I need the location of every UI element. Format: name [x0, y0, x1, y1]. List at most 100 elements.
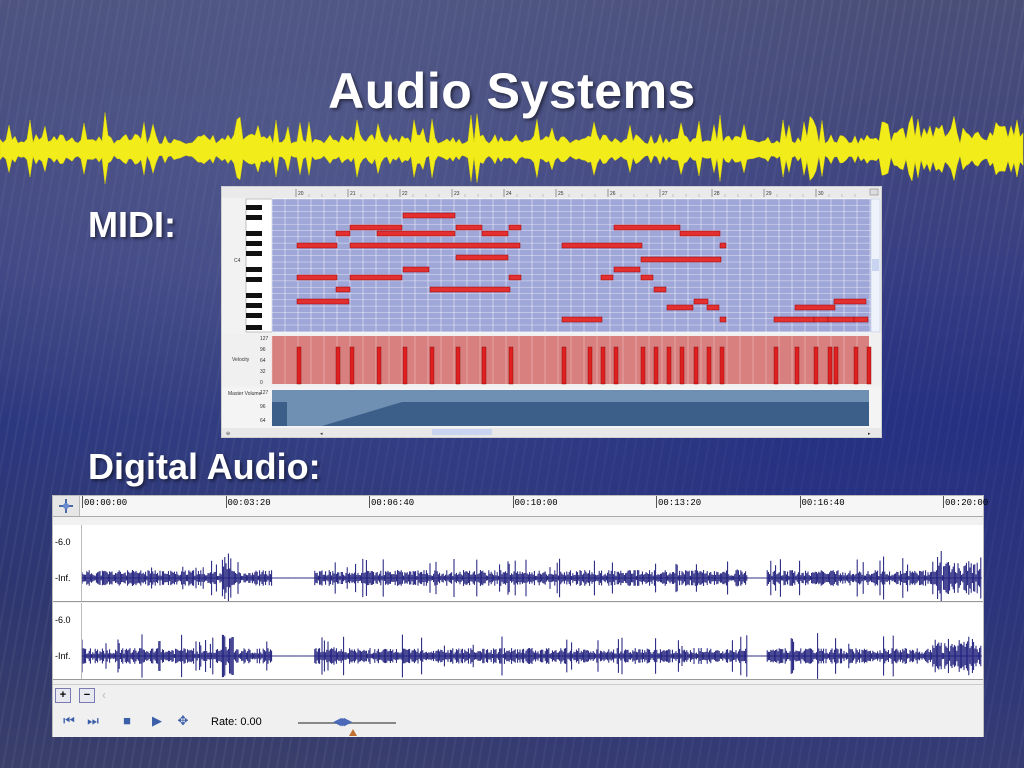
- midi-note[interactable]: [335, 286, 351, 293]
- midi-note[interactable]: [653, 286, 667, 293]
- velocity-bar[interactable]: [508, 346, 514, 385]
- velocity-bar[interactable]: [455, 346, 461, 385]
- black-key[interactable]: [246, 241, 262, 246]
- midi-note[interactable]: [640, 256, 722, 263]
- black-key[interactable]: [246, 267, 262, 272]
- midi-label: MIDI:: [88, 204, 176, 245]
- midi-note[interactable]: [508, 224, 522, 231]
- time-label: 00:00:00: [84, 498, 128, 508]
- selection-tool-icon[interactable]: [53, 496, 79, 516]
- black-key[interactable]: [246, 251, 262, 256]
- black-key[interactable]: [246, 313, 262, 318]
- audio-channel-1[interactable]: -6.0 -Inf.: [53, 525, 983, 602]
- midi-note[interactable]: [508, 274, 522, 281]
- velocity-bar[interactable]: [693, 346, 699, 385]
- velocity-bar[interactable]: [561, 346, 567, 385]
- scroll-left-icon[interactable]: ‹: [97, 688, 111, 702]
- velocity-bar[interactable]: [866, 346, 872, 385]
- midi-note[interactable]: [853, 316, 869, 323]
- velocity-bar[interactable]: [429, 346, 435, 385]
- velocity-bar[interactable]: [335, 346, 341, 385]
- black-key[interactable]: [246, 231, 262, 236]
- zoom-out-button[interactable]: −: [79, 688, 95, 703]
- black-key[interactable]: [246, 293, 262, 298]
- midi-note[interactable]: [296, 242, 338, 249]
- velocity-bar[interactable]: [833, 346, 839, 385]
- velocity-bar[interactable]: [827, 346, 833, 385]
- midi-note[interactable]: [613, 266, 641, 273]
- midi-menu-icon[interactable]: [869, 188, 879, 196]
- zoom-in-button[interactable]: +: [55, 688, 71, 703]
- velocity-bar[interactable]: [587, 346, 593, 385]
- note-grid-scroll-thumb[interactable]: [872, 259, 879, 271]
- black-key[interactable]: [246, 303, 262, 308]
- midi-note[interactable]: [613, 224, 681, 231]
- midi-note[interactable]: [402, 266, 430, 273]
- velocity-bar[interactable]: [794, 346, 800, 385]
- transport-bar: + − ‹ ⏮ ⏭ ■ ▶ ✥ Rate: 0.00 ◀◆▶: [53, 684, 983, 737]
- velocity-bar[interactable]: [653, 346, 659, 385]
- midi-note[interactable]: [455, 254, 509, 261]
- midi-note[interactable]: [296, 298, 350, 305]
- midi-horizontal-scroll-thumb[interactable]: [432, 429, 492, 435]
- rate-slider-marker-icon: [349, 729, 357, 736]
- velocity-bar[interactable]: [666, 346, 672, 385]
- velocity-bar[interactable]: [640, 346, 646, 385]
- midi-note[interactable]: [640, 274, 654, 281]
- midi-note[interactable]: [335, 230, 351, 237]
- stop-icon[interactable]: ■: [119, 713, 135, 729]
- go-to-end-icon[interactable]: ⏭: [85, 713, 101, 729]
- midi-note[interactable]: [794, 304, 836, 311]
- midi-note[interactable]: [813, 316, 829, 323]
- midi-note[interactable]: [693, 298, 709, 305]
- midi-note[interactable]: [429, 286, 511, 293]
- midi-note[interactable]: [349, 242, 521, 249]
- midi-note[interactable]: [561, 242, 643, 249]
- midi-note[interactable]: [827, 316, 855, 323]
- note-grid[interactable]: [272, 199, 871, 332]
- zoom-out-icon[interactable]: ⊖: [226, 431, 230, 437]
- black-key[interactable]: [246, 205, 262, 210]
- midi-note[interactable]: [666, 304, 694, 311]
- midi-ruler-label: 28: [714, 191, 720, 197]
- velocity-bar[interactable]: [296, 346, 302, 385]
- midi-note[interactable]: [481, 230, 509, 237]
- midi-note[interactable]: [833, 298, 867, 305]
- velocity-bar[interactable]: [402, 346, 408, 385]
- black-key[interactable]: [246, 325, 262, 330]
- midi-note[interactable]: [600, 274, 614, 281]
- velocity-bar[interactable]: [706, 346, 712, 385]
- midi-note[interactable]: [719, 316, 727, 323]
- key-label-c4: C4: [234, 258, 241, 264]
- midi-note[interactable]: [349, 274, 403, 281]
- velocity-bar[interactable]: [679, 346, 685, 385]
- velocity-bar[interactable]: [719, 346, 725, 385]
- velocity-bar[interactable]: [813, 346, 819, 385]
- loop-icon[interactable]: ✥: [175, 713, 191, 729]
- midi-note[interactable]: [773, 316, 815, 323]
- midi-note[interactable]: [455, 224, 483, 231]
- audio-channel-2[interactable]: -6.0 -Inf.: [53, 603, 983, 680]
- midi-note[interactable]: [402, 212, 456, 219]
- midi-note[interactable]: [719, 242, 727, 249]
- velocity-bar[interactable]: [773, 346, 779, 385]
- velocity-bar[interactable]: [600, 346, 606, 385]
- midi-note[interactable]: [679, 230, 721, 237]
- velocity-bar[interactable]: [481, 346, 487, 385]
- velocity-lane[interactable]: [272, 336, 869, 384]
- go-to-start-icon[interactable]: ⏮: [61, 713, 77, 729]
- midi-note[interactable]: [296, 274, 338, 281]
- time-ruler[interactable]: 00:00:00 00:03:20 00:06:40 00:10:00 00:13:20…: [53, 496, 988, 517]
- midi-note[interactable]: [706, 304, 720, 311]
- velocity-bar[interactable]: [376, 346, 382, 385]
- black-key[interactable]: [246, 277, 262, 282]
- midi-note[interactable]: [349, 224, 403, 231]
- midi-note[interactable]: [561, 316, 603, 323]
- play-icon[interactable]: ▶: [149, 713, 165, 729]
- rate-slider-handle[interactable]: ◀◆▶: [333, 715, 352, 728]
- velocity-bar[interactable]: [613, 346, 619, 385]
- black-key[interactable]: [246, 215, 262, 220]
- velocity-bar[interactable]: [349, 346, 355, 385]
- velocity-bar[interactable]: [853, 346, 859, 385]
- midi-note[interactable]: [376, 230, 456, 237]
